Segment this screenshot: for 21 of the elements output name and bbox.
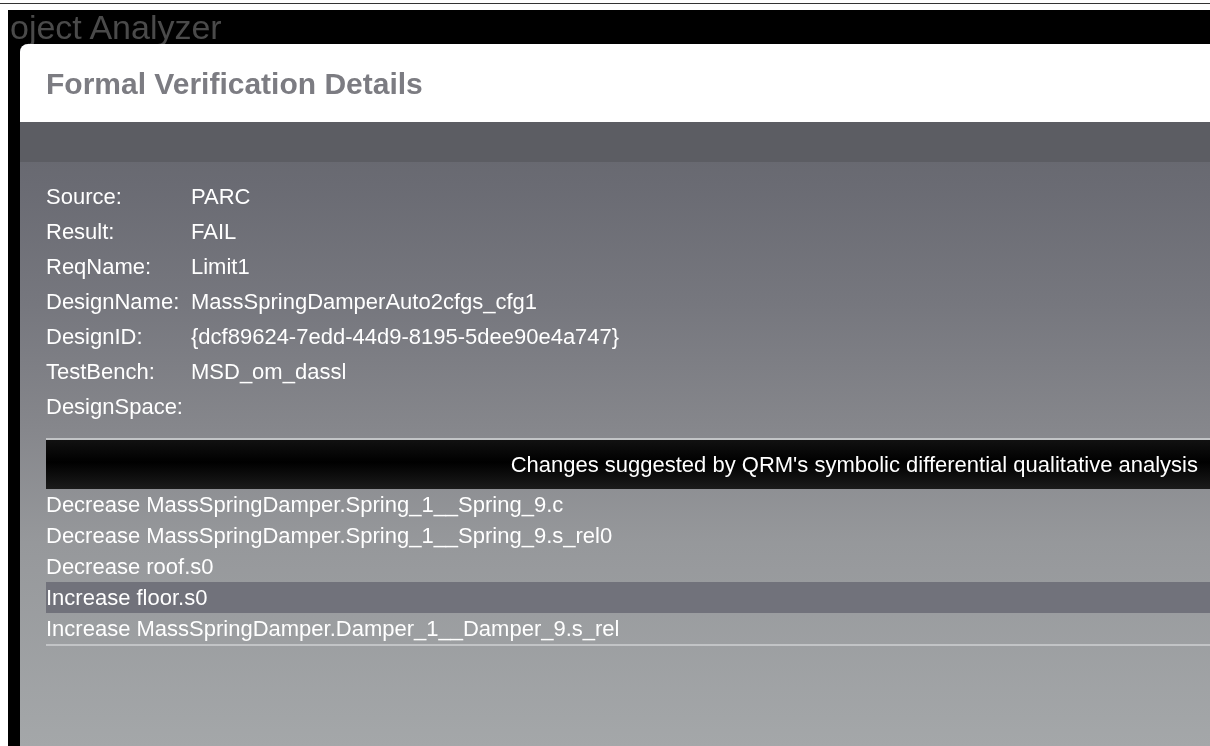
column-header[interactable]: Changes suggested by QRM's symbolic differential qualitative analysis [46,440,1210,489]
field-value: PARC [191,183,251,211]
table-row[interactable]: Increase MassSpringDamper.Damper_1__Damper_9.s_rel [46,613,1210,644]
dialog-title: Formal Verification Details [46,65,423,102]
field-label: DesignName: [46,288,181,316]
table-row[interactable]: Decrease MassSpringDamper.Spring_1__Spring_9.c [46,489,1210,520]
table-row[interactable]: Increase floor.s0 [46,582,1210,613]
field-value: MSD_om_dassl [191,358,347,386]
field-label: Source: [46,183,123,211]
field-label: Result: [46,218,116,246]
field-label: ReqName: [46,253,153,281]
app-title: oject Analyzer [10,10,222,44]
table-row[interactable]: Decrease MassSpringDamper.Spring_1__Spring_9.s_rel0 [46,520,1210,551]
field-value: FAIL [191,218,237,246]
field-value: Limit1 [191,253,250,281]
field-label: DesignID: [46,323,144,351]
table-row[interactable]: Decrease roof.s0 [46,551,1210,582]
field-label: DesignSpace: [46,393,184,421]
field-value: MassSpringDamperAuto2cfgs_cfg1 [191,288,538,316]
field-label: TestBench: [46,358,156,386]
field-value: {dcf89624-7edd-44d9-8195-5dee90e4a747} [191,323,620,351]
